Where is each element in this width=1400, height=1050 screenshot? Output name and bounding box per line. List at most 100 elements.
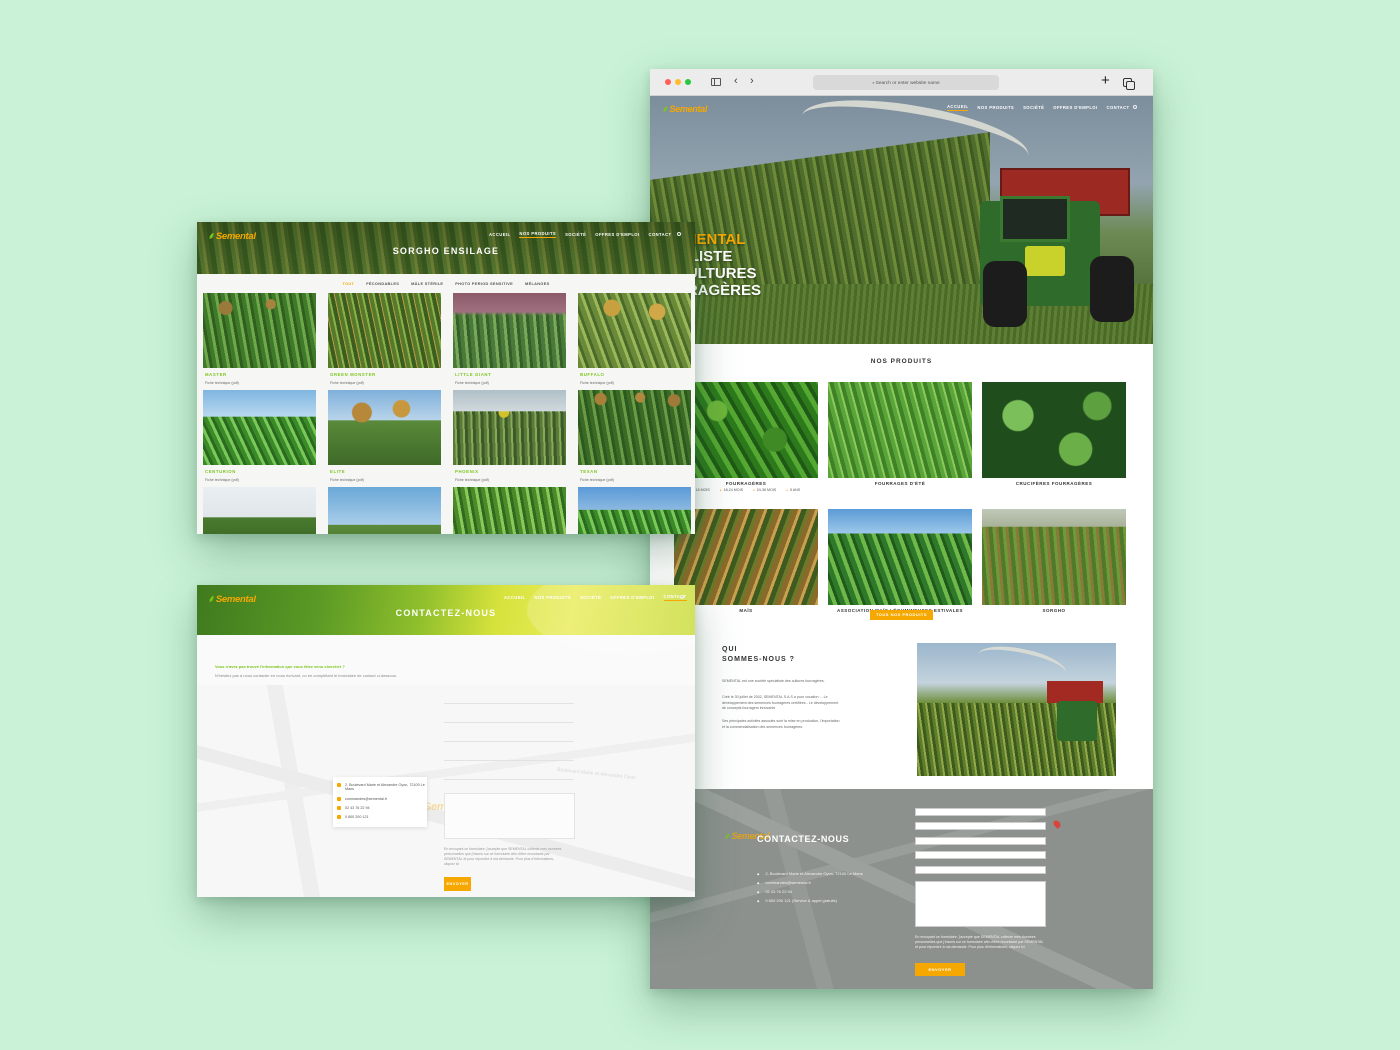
form-field-name[interactable] bbox=[915, 808, 1046, 816]
variety-card[interactable]: MASTER Fiche technique (pdf) bbox=[203, 293, 316, 385]
site-header: ⸙Semental ACCUEIL NOS PRODUITS SOCIÉTÉ O… bbox=[650, 96, 1153, 122]
variety-card[interactable]: ELITE Fiche technique (pdf) bbox=[328, 390, 441, 482]
variety-card[interactable]: BUFFALO Fiche technique (pdf) bbox=[578, 293, 691, 385]
wheat-icon: ⸙ bbox=[724, 831, 731, 841]
form-field-phone[interactable] bbox=[444, 760, 574, 761]
form-field-email[interactable] bbox=[915, 837, 1046, 845]
nav-societe[interactable]: SOCIÉTÉ bbox=[1023, 105, 1044, 110]
all-products-button[interactable]: TOUS NOS PRODUITS bbox=[870, 610, 933, 620]
address-bar[interactable]: ⌕ Search or enter website name bbox=[813, 75, 999, 90]
filter-photo-period[interactable]: PHOTO PERIOD SENSITIVE bbox=[455, 281, 513, 286]
form-field-subject[interactable] bbox=[444, 779, 574, 780]
nav-contact[interactable]: CONTACT bbox=[1107, 105, 1130, 110]
about-tractor bbox=[1057, 701, 1097, 741]
product-card[interactable]: MAÏS bbox=[674, 509, 818, 613]
products-grid: FOURRAGÈRES 18 MOIS 18-24 MOIS 24-36 MOI… bbox=[674, 382, 1129, 613]
close-window-button[interactable] bbox=[665, 79, 671, 85]
tractor-wheel bbox=[1090, 256, 1134, 322]
product-card[interactable]: CRUCIFÈRES FOURRAGÈRES bbox=[982, 382, 1126, 492]
variety-card[interactable]: TEXAN Fiche technique (pdf) bbox=[578, 390, 691, 482]
nav-contact[interactable]: CONTACT bbox=[649, 232, 672, 237]
site-logo[interactable]: ⸙Semental bbox=[208, 229, 256, 242]
contact-address: 2, Boulevard Marie et Alexandre Oyon, 72… bbox=[337, 783, 427, 791]
product-card[interactable]: SORGHO bbox=[982, 509, 1126, 613]
filter-male-sterile[interactable]: MÂLE STÉRILE bbox=[411, 281, 443, 286]
nav-nos-produits[interactable]: NOS PRODUITS bbox=[977, 105, 1014, 110]
form-field-email[interactable] bbox=[444, 741, 574, 742]
variety-card[interactable]: PHOENIX Fiche technique (pdf) bbox=[453, 390, 566, 482]
nav-accueil[interactable]: ACCUEIL bbox=[504, 595, 525, 600]
variety-pdf-link[interactable]: Fiche technique (pdf) bbox=[330, 478, 441, 482]
back-arrow-icon[interactable]: ‹ bbox=[734, 75, 738, 87]
form-field-subject[interactable] bbox=[915, 866, 1046, 874]
variety-card[interactable]: GREEN MONSTER Fiche technique (pdf) bbox=[328, 293, 441, 385]
variety-image bbox=[328, 390, 441, 465]
variety-card[interactable] bbox=[578, 487, 691, 534]
product-label: SORGHO bbox=[1042, 608, 1066, 613]
nav-offres-emploi[interactable]: OFFRES D'EMPLOI bbox=[610, 595, 654, 600]
variety-pdf-link[interactable]: Fiche technique (pdf) bbox=[205, 478, 316, 482]
contact-phone[interactable]: 02 43 76 22 94 bbox=[757, 889, 792, 894]
minimize-window-button[interactable] bbox=[675, 79, 681, 85]
search-icon[interactable] bbox=[680, 595, 684, 599]
nav-offres-emploi[interactable]: OFFRES D'EMPLOI bbox=[1053, 105, 1097, 110]
tabs-overview-icon[interactable] bbox=[1123, 78, 1135, 90]
variety-pdf-link[interactable]: Fiche technique (pdf) bbox=[455, 381, 566, 385]
nav-nos-produits[interactable]: NOS PRODUITS bbox=[519, 231, 557, 238]
form-message[interactable] bbox=[915, 881, 1046, 927]
nav-offres-emploi[interactable]: OFFRES D'EMPLOI bbox=[595, 232, 639, 237]
site-logo[interactable]: ⸙Semental bbox=[208, 592, 256, 605]
nav-accueil[interactable]: ACCUEIL bbox=[947, 104, 969, 111]
contact-toll-free[interactable]: 0 800 200 121 (Service & appel gratuits) bbox=[757, 898, 837, 903]
product-card[interactable]: ASSOCIATION MAÏS LÉGUMINEUSES ESTIVALES bbox=[828, 509, 972, 613]
send-button[interactable]: ENVOYER bbox=[915, 963, 965, 976]
form-field-firstname[interactable] bbox=[915, 822, 1046, 830]
new-tab-icon[interactable]: + bbox=[1101, 72, 1110, 89]
nav-nos-produits[interactable]: NOS PRODUITS bbox=[534, 595, 571, 600]
variety-name: PHOENIX bbox=[455, 469, 479, 474]
contact-phone[interactable]: 02 43 76 22 94 bbox=[337, 806, 427, 810]
nav-societe[interactable]: SOCIÉTÉ bbox=[580, 595, 601, 600]
wheat-icon: ⸙ bbox=[208, 231, 215, 242]
variety-card[interactable]: CENTURION Fiche technique (pdf) bbox=[203, 390, 316, 482]
about-paragraph: Ses principales activités associés sont … bbox=[722, 719, 840, 729]
variety-card[interactable] bbox=[203, 487, 316, 534]
sidebar-toggle-icon[interactable] bbox=[711, 78, 721, 86]
nav-accueil[interactable]: ACCUEIL bbox=[489, 232, 510, 237]
contact-email[interactable]: commandes@semental.fr bbox=[337, 797, 427, 801]
form-legal-text: En envoyant ce formulaire, j'accepte que… bbox=[444, 847, 562, 866]
product-card[interactable]: FOURRAGÈRES 18 MOIS 18-24 MOIS 24-36 MOI… bbox=[674, 382, 818, 492]
variety-pdf-link[interactable]: Fiche technique (pdf) bbox=[205, 381, 316, 385]
about-title: QUI SOMMES-NOUS ? bbox=[722, 645, 795, 665]
maximize-window-button[interactable] bbox=[685, 79, 691, 85]
variety-card[interactable] bbox=[328, 487, 441, 534]
search-icon[interactable] bbox=[1133, 105, 1137, 109]
filter-melanges[interactable]: MÉLANGES bbox=[525, 281, 549, 286]
contact-title: CONTACTEZ-NOUS bbox=[757, 834, 850, 844]
forward-arrow-icon[interactable]: › bbox=[750, 75, 754, 87]
browser-window: ‹ › ⌕ Search or enter website name + ⸙Se… bbox=[650, 69, 1153, 989]
variety-pdf-link[interactable]: Fiche technique (pdf) bbox=[580, 478, 691, 482]
filter-fecondables[interactable]: FÉCONDABLES bbox=[366, 281, 399, 286]
variety-pdf-link[interactable]: Fiche technique (pdf) bbox=[455, 478, 566, 482]
form-field-phone[interactable] bbox=[915, 851, 1046, 859]
about-chute bbox=[974, 643, 1070, 689]
variety-pdf-link[interactable]: Fiche technique (pdf) bbox=[330, 381, 441, 385]
site-logo[interactable]: ⸙Semental bbox=[662, 102, 707, 115]
product-card[interactable]: FOURRAGES D'ÉTÉ bbox=[828, 382, 972, 492]
variety-card[interactable]: LITTLE GIANT Fiche technique (pdf) bbox=[453, 293, 566, 385]
form-field-firstname[interactable] bbox=[444, 722, 574, 723]
product-label: MAÏS bbox=[739, 608, 753, 613]
send-button[interactable]: ENVOYER bbox=[444, 877, 471, 891]
variety-grid: MASTER Fiche technique (pdf) GREEN MONST… bbox=[203, 293, 691, 534]
variety-pdf-link[interactable]: Fiche technique (pdf) bbox=[580, 381, 691, 385]
search-icon[interactable] bbox=[677, 232, 681, 236]
filter-tout[interactable]: TOUT bbox=[343, 281, 355, 286]
variety-card[interactable] bbox=[453, 487, 566, 534]
nav-societe[interactable]: SOCIÉTÉ bbox=[565, 232, 586, 237]
form-field-name[interactable] bbox=[444, 703, 574, 704]
contact-email[interactable]: commandes@semental.fr bbox=[757, 880, 811, 885]
sorgho-header: ⸙Semental ACCUEIL NOS PRODUITS SOCIÉTÉ O… bbox=[197, 222, 695, 274]
form-message[interactable] bbox=[444, 793, 575, 839]
contact-toll-free[interactable]: 0 800 200 121 bbox=[337, 815, 427, 819]
